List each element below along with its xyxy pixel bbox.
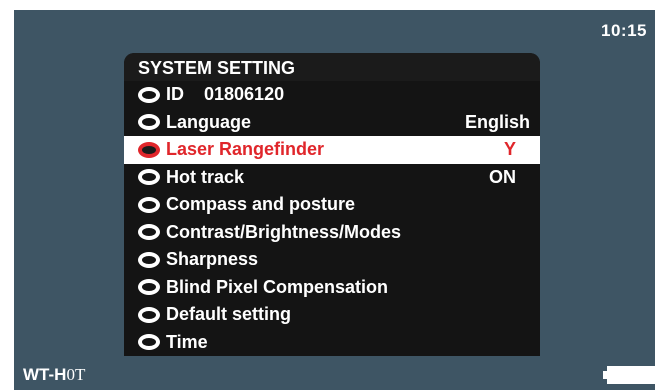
radio-icon [138, 86, 160, 103]
menu-item-hot-track[interactable]: Hot track ON [124, 164, 540, 192]
system-setting-menu: SYSTEM SETTING ID 01806120 Language Engl… [124, 53, 540, 356]
menu-item-value: ON [489, 166, 516, 187]
device-name: WT-H [23, 365, 67, 384]
display-screen: 10:15 SYSTEM SETTING ID 01806120 Languag… [14, 10, 655, 390]
menu-item-value: Y [503, 139, 516, 160]
menu-item-sharpness[interactable]: Sharpness [124, 246, 540, 274]
menu-title: SYSTEM SETTING [124, 53, 540, 81]
battery-icon [603, 366, 655, 384]
menu-item-label: Blind Pixel Compensation [166, 276, 389, 297]
menu-item-value: 01806120 [204, 84, 285, 105]
radio-icon [138, 196, 160, 213]
menu-item-id[interactable]: ID 01806120 [124, 81, 540, 109]
radio-selected-icon [138, 141, 160, 158]
menu-item-label: Laser Rangefinder [166, 139, 325, 160]
menu-item-laser-rangefinder[interactable]: Laser Rangefinder Y [124, 136, 540, 164]
menu-item-contrast-brightness-modes[interactable]: Contrast/Brightness/Modes [124, 219, 540, 247]
device-model-label: WT-H0T [23, 365, 85, 385]
radio-icon [138, 334, 160, 351]
menu-item-time[interactable]: Time [124, 329, 540, 357]
menu-item-value: English [464, 111, 530, 132]
menu-item-label: Sharpness [166, 249, 259, 270]
menu-item-label: Default setting [166, 304, 292, 325]
radio-icon [138, 251, 160, 268]
menu-item-language[interactable]: Language English [124, 109, 540, 137]
device-name-suffix: 0T [66, 365, 86, 384]
menu-item-compass-and-posture[interactable]: Compass and posture [124, 191, 540, 219]
radio-icon [138, 224, 160, 241]
radio-icon [138, 306, 160, 323]
menu-item-label: Time [166, 331, 208, 352]
radio-icon [138, 279, 160, 296]
menu-item-default-setting[interactable]: Default setting [124, 301, 540, 329]
battery-body [607, 366, 655, 384]
radio-icon [138, 114, 160, 131]
menu-item-blind-pixel-compensation[interactable]: Blind Pixel Compensation [124, 274, 540, 302]
menu-item-label: Hot track [166, 166, 245, 187]
radio-icon [138, 169, 160, 186]
menu-item-label: Compass and posture [166, 194, 356, 215]
menu-item-label: Contrast/Brightness/Modes [166, 221, 402, 242]
menu-item-label: Language [166, 111, 252, 132]
menu-item-label: ID [166, 84, 184, 105]
clock: 10:15 [601, 21, 647, 40]
